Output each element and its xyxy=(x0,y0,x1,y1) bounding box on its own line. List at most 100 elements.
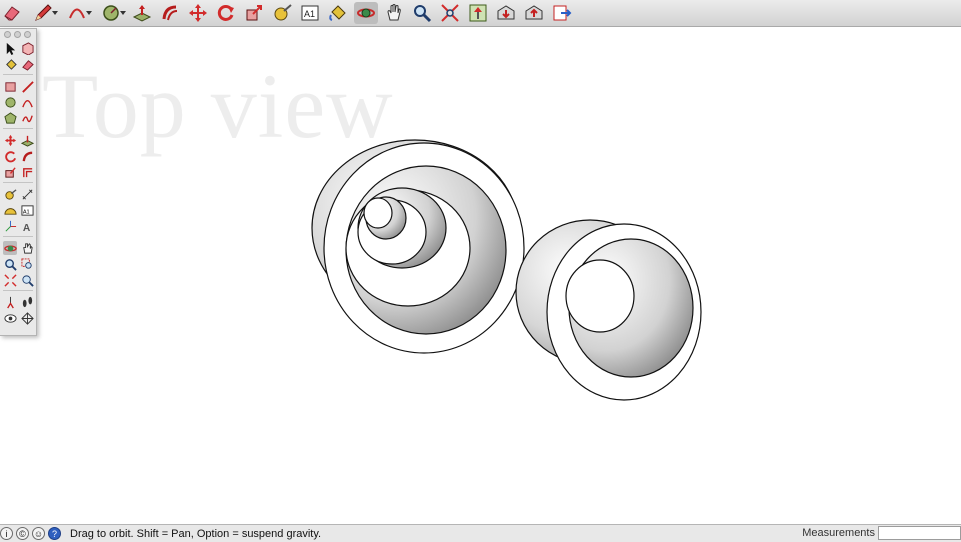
palette-separator xyxy=(3,236,33,237)
help-icon[interactable]: ? xyxy=(48,527,61,540)
paint-bucket-icon[interactable] xyxy=(3,57,17,71)
zoom-extents-tool-button[interactable] xyxy=(438,2,462,24)
palette-close-button[interactable] xyxy=(4,31,11,38)
3d-warehouse-get-tool-button[interactable] xyxy=(494,2,518,24)
paint-bucket-tool-button[interactable] xyxy=(326,2,350,24)
rotate-icon xyxy=(216,3,236,23)
orbit-icon xyxy=(356,3,376,23)
palette-separator xyxy=(3,290,33,291)
credits-icon[interactable]: © xyxy=(16,527,29,540)
zoom-extents-icon xyxy=(440,3,460,23)
push-pull-icon[interactable] xyxy=(20,133,34,147)
view-watermark: Top view xyxy=(42,55,394,157)
add-location-icon xyxy=(468,3,488,23)
orbit-icon[interactable] xyxy=(3,241,17,255)
main-toolbar: A1 xyxy=(0,0,961,27)
palette-minimize-button[interactable] xyxy=(14,31,21,38)
pan-icon xyxy=(384,3,404,23)
orbit-tool-button[interactable] xyxy=(354,2,378,24)
follow-me-icon xyxy=(160,3,180,23)
palette-separator xyxy=(3,128,33,129)
make-component-icon[interactable] xyxy=(20,41,34,55)
palette-zoom-button[interactable] xyxy=(24,31,31,38)
eraser-icon xyxy=(2,3,22,23)
scale-icon xyxy=(244,3,264,23)
circle-icon[interactable] xyxy=(3,95,17,109)
follow-me-icon[interactable] xyxy=(20,149,34,163)
large-bowl xyxy=(311,139,525,354)
pan-tool-button[interactable] xyxy=(382,2,406,24)
3d-text-icon[interactable]: A xyxy=(20,219,34,233)
chevron-down-icon[interactable] xyxy=(86,11,92,15)
zoom-tool-button[interactable] xyxy=(410,2,434,24)
svg-text:A: A xyxy=(22,223,30,233)
user-icon[interactable]: ☺ xyxy=(32,527,45,540)
measurements-input[interactable] xyxy=(878,526,961,540)
status-message: Drag to orbit. Shift = Pan, Option = sus… xyxy=(70,527,322,540)
palette-separator xyxy=(3,182,33,183)
send-to-layout-tool-button[interactable] xyxy=(550,2,574,24)
pencil-icon xyxy=(33,3,53,23)
eraser-tool-button[interactable] xyxy=(0,2,24,24)
zoom-icon[interactable] xyxy=(3,257,17,271)
rotate-icon[interactable] xyxy=(3,149,17,163)
chevron-down-icon[interactable] xyxy=(120,11,126,15)
paint-bucket-icon xyxy=(328,3,348,23)
eraser-icon[interactable] xyxy=(20,57,34,71)
3d-warehouse-share-icon xyxy=(524,3,544,23)
pencil-tool-button[interactable] xyxy=(28,2,58,24)
geo-location-icon[interactable]: i xyxy=(0,527,13,540)
select-icon[interactable] xyxy=(3,41,17,55)
move-tool-button[interactable] xyxy=(186,2,210,24)
line-icon[interactable] xyxy=(20,79,34,93)
push-pull-tool-button[interactable] xyxy=(130,2,154,24)
status-bar: i © ☺ ? Drag to orbit. Shift = Pan, Opti… xyxy=(0,524,961,542)
follow-me-tool-button[interactable] xyxy=(158,2,182,24)
palette-separator xyxy=(3,74,33,75)
previous-view-icon[interactable] xyxy=(20,273,34,287)
move-icon xyxy=(188,3,208,23)
scale-icon[interactable] xyxy=(3,165,17,179)
3d-warehouse-share-tool-button[interactable] xyxy=(522,2,546,24)
pan-icon[interactable] xyxy=(20,241,34,255)
measurements-label: Measurements xyxy=(802,527,875,539)
svg-text:A1: A1 xyxy=(22,209,29,215)
protractor-icon[interactable] xyxy=(3,203,17,217)
send-to-layout-icon xyxy=(552,3,572,23)
model-viewport[interactable]: Top view xyxy=(0,27,961,524)
zoom-icon xyxy=(412,3,432,23)
zoom-window-icon[interactable] xyxy=(20,257,34,271)
offset-icon[interactable] xyxy=(20,165,34,179)
axes-icon[interactable] xyxy=(3,219,17,233)
tool-palette: A1 A xyxy=(0,28,37,336)
tape-measure-icon[interactable] xyxy=(3,187,17,201)
palette-window-controls xyxy=(4,31,31,38)
text-label-tool-button[interactable]: A1 xyxy=(298,2,322,24)
position-camera-icon[interactable] xyxy=(3,295,17,309)
walk-icon[interactable] xyxy=(20,295,34,309)
text-label-icon: A1 xyxy=(300,3,320,23)
3d-warehouse-get-icon xyxy=(496,3,516,23)
zoom-extents-icon[interactable] xyxy=(3,273,17,287)
tape-measure-tool-button[interactable] xyxy=(270,2,294,24)
arc-icon[interactable] xyxy=(20,95,34,109)
rectangle-icon[interactable] xyxy=(3,79,17,93)
move-icon[interactable] xyxy=(3,133,17,147)
circle-tool-button[interactable] xyxy=(96,2,126,24)
text-icon[interactable]: A1 xyxy=(20,203,34,217)
polygon-icon[interactable] xyxy=(3,111,17,125)
circle-icon xyxy=(101,3,121,23)
freehand-icon[interactable] xyxy=(20,111,34,125)
section-plane-icon[interactable] xyxy=(20,311,34,325)
arc-tool-button[interactable] xyxy=(62,2,92,24)
look-around-icon[interactable] xyxy=(3,311,17,325)
dimension-icon[interactable] xyxy=(20,187,34,201)
small-bowl xyxy=(515,219,702,401)
rotate-tool-button[interactable] xyxy=(214,2,238,24)
arc-icon xyxy=(67,3,87,23)
chevron-down-icon[interactable] xyxy=(52,11,58,15)
add-location-tool-button[interactable] xyxy=(466,2,490,24)
tape-measure-icon xyxy=(272,3,292,23)
push-pull-icon xyxy=(132,3,152,23)
scale-tool-button[interactable] xyxy=(242,2,266,24)
